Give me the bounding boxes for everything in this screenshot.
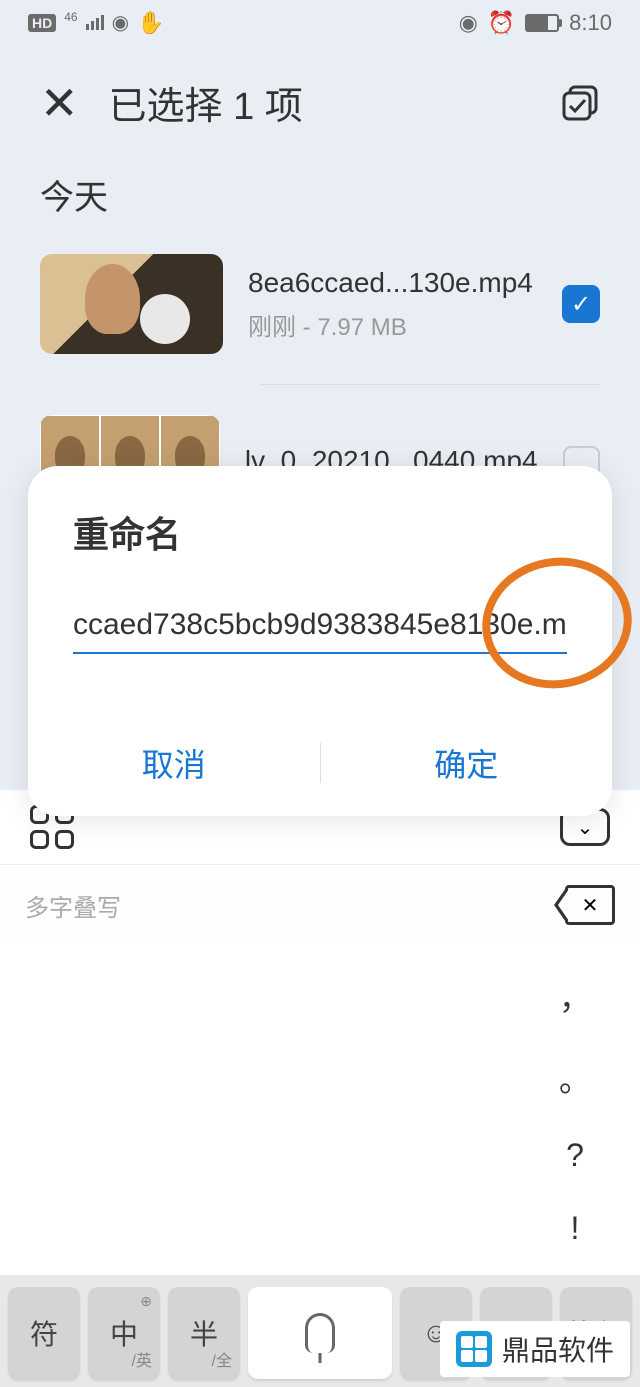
cancel-button[interactable]: 取消	[28, 710, 320, 816]
select-all-icon[interactable]	[560, 83, 600, 123]
file-item[interactable]: 8ea6ccaed...130e.mp4 刚刚 - 7.97 MB ✓	[0, 239, 640, 369]
close-icon[interactable]: ✕	[40, 76, 79, 130]
network-type: 46	[64, 10, 77, 24]
hand-icon: ✋	[137, 10, 164, 36]
file-meta: 刚刚 - 7.97 MB	[248, 307, 537, 342]
confirm-button[interactable]: 确定	[321, 710, 613, 816]
video-thumbnail	[40, 254, 223, 354]
section-title: 今天	[0, 150, 640, 239]
question-key[interactable]: ?	[555, 1137, 595, 1174]
comma-key[interactable]: ，	[555, 973, 595, 1019]
width-key[interactable]: 半/全	[168, 1287, 240, 1379]
divider	[260, 384, 600, 385]
watermark-icon	[456, 1331, 492, 1367]
exclaim-key[interactable]: !	[555, 1210, 595, 1247]
status-time: 8:10	[569, 10, 612, 36]
eye-icon: ◉	[459, 10, 478, 36]
space-key[interactable]	[248, 1287, 392, 1379]
language-key[interactable]: ⊕中/英	[88, 1287, 160, 1379]
status-bar: HD 46 ◉ ✋ ◉ ⏰ 8:10	[0, 0, 640, 45]
symbol-key[interactable]: 符	[8, 1287, 80, 1379]
watermark: 鼎品软件	[440, 1321, 630, 1377]
hd-badge: HD	[28, 14, 56, 32]
handwriting-area[interactable]: ， 。 ? !	[0, 945, 640, 1275]
watermark-text: 鼎品软件	[502, 1329, 614, 1369]
period-key[interactable]: 。	[555, 1055, 595, 1101]
dialog-title: 重命名	[28, 506, 612, 598]
mic-icon	[305, 1313, 335, 1353]
keyboard: ⌄ 多字叠写 ✕ ， 。 ? ! 符 ⊕中/英 半/全 ☺ 123 换行	[0, 790, 640, 1387]
alarm-icon: ⏰	[488, 10, 515, 36]
rename-input[interactable]	[73, 598, 567, 654]
file-checkbox[interactable]: ✓	[562, 285, 600, 323]
file-name: 8ea6ccaed...130e.mp4	[248, 267, 537, 299]
input-hint: 多字叠写	[25, 888, 121, 923]
header-title: 已选择 1 项	[109, 75, 560, 130]
wifi-icon: ◉	[112, 10, 129, 35]
battery-icon	[525, 14, 559, 32]
backspace-icon[interactable]: ✕	[565, 885, 615, 925]
rename-dialog: 重命名 取消 确定	[28, 466, 612, 816]
signal-icon	[86, 15, 104, 30]
selection-header: ✕ 已选择 1 项	[0, 45, 640, 150]
